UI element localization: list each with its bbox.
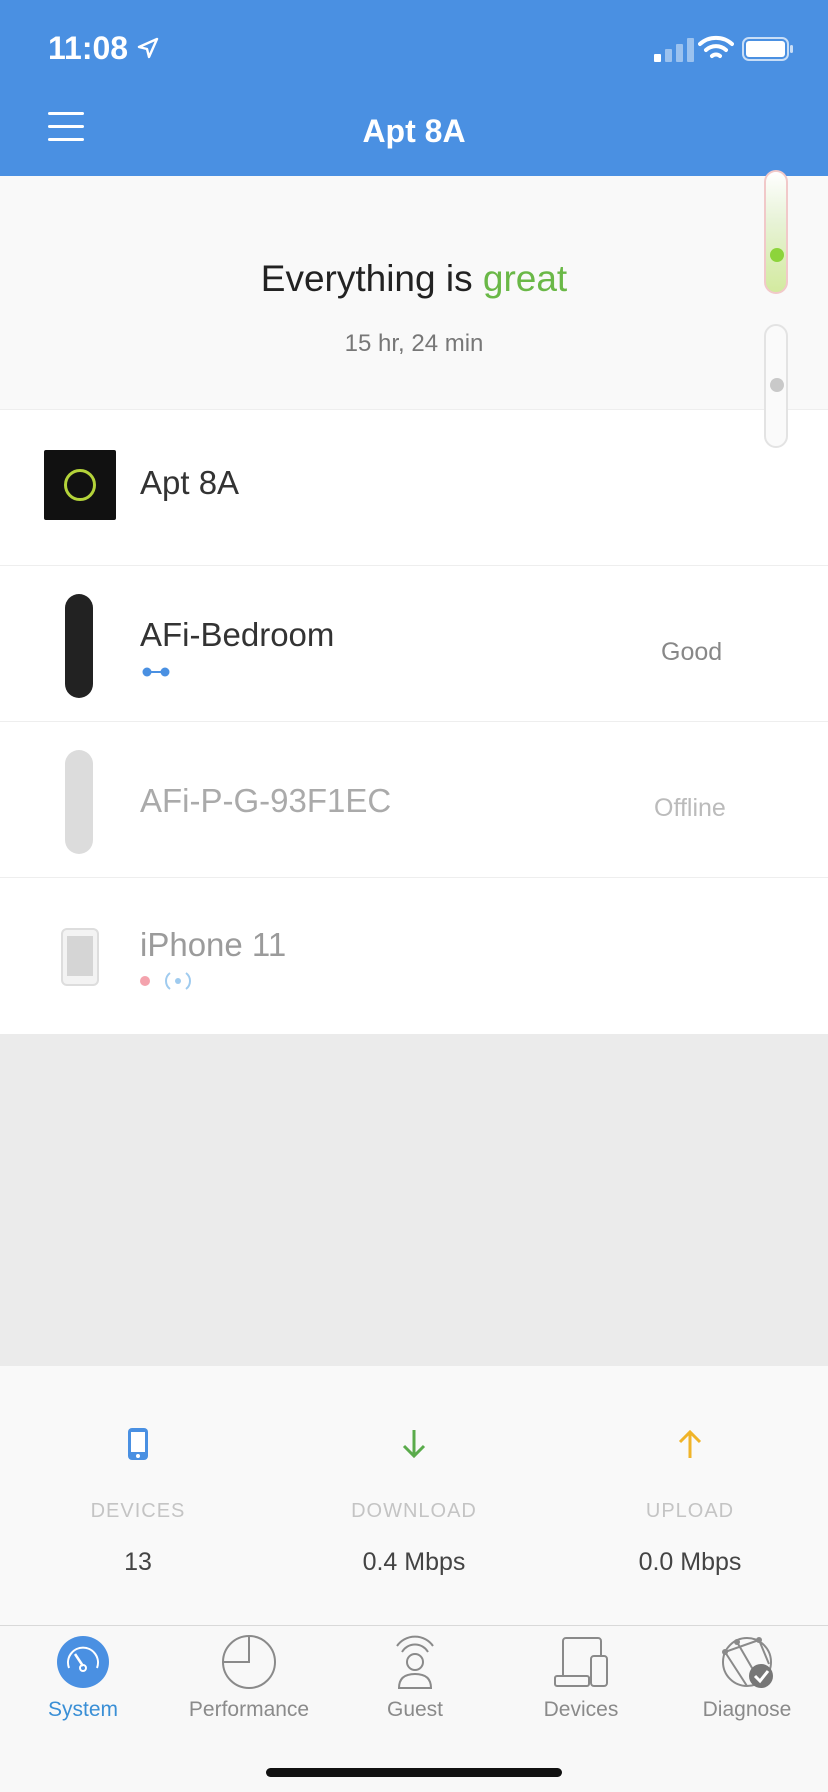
cellular-signal-icon [654,38,694,62]
phone-image [61,928,99,986]
device-name: AFi-Bedroom [140,616,335,653]
pie-chart-icon [222,1635,276,1689]
stat-label: DEVICES [90,1500,186,1522]
network-status-summary: Everything is great 15 hr, 24 min [0,176,828,410]
wired-link-icon [142,667,170,677]
status-headline-prefix: Everything is [260,258,483,299]
status-label: Offline [654,794,726,822]
diagnose-network-icon [722,1637,773,1688]
stat-label: UPLOAD [645,1500,735,1522]
status-headline: Everything is great [0,258,828,300]
speedometer-icon [57,1636,109,1688]
upload-arrow-icon [678,1429,702,1458]
wifi-icon [698,35,734,58]
router-display-ring [64,469,96,501]
network-stats: DEVICES 13 DOWNLOAD 0.4 Mbps UPLOAD 0.0 … [0,1366,828,1626]
tab-system[interactable]: System [0,1626,166,1736]
devices-icon [554,1637,608,1687]
satellite-image [65,594,93,698]
battery-icon [742,37,793,61]
status-label: Good [661,638,723,666]
tab-label: Performance [188,1698,310,1721]
status-bar-time: 11:08 [48,30,129,66]
tab-devices[interactable]: Devices [498,1626,664,1736]
tab-diagnose[interactable]: Diagnose [664,1626,828,1736]
tab-bar: System Performance Guest Devices Diagnos… [0,1626,828,1792]
status-headline-value: great [482,258,568,299]
uptime-text: 15 hr, 24 min [344,330,484,357]
wireless-signal-icon [165,972,191,990]
download-arrow-icon [402,1430,426,1459]
home-indicator[interactable] [266,1768,562,1777]
list-item-afi-bedroom[interactable]: AFi-Bedroom Good [0,566,828,722]
router-image [44,450,116,520]
app-header: 11:08 Apt 8A [0,0,828,176]
page-title: Apt 8A [362,113,466,149]
stat-label: DOWNLOAD [351,1500,477,1522]
phone-screen [67,936,93,976]
status-dot-icon [140,976,150,986]
signal-strength-indicator-offline [764,324,788,448]
device-name: iPhone 11 [140,926,287,963]
signal-dot [770,378,784,392]
list-item-router[interactable]: Apt 8A [0,410,828,566]
location-arrow-icon [137,37,159,59]
device-list: Apt 8A AFi-Bedroom Good AFi-P-G-93F1EC O… [0,410,828,1034]
tab-label: Devices [543,1698,619,1721]
stat-value: 0.0 Mbps [638,1548,742,1576]
stat-value: 0.4 Mbps [362,1548,466,1576]
stat-value: 13 [124,1548,152,1576]
guest-icon [396,1635,434,1689]
signal-strength-indicator-good [764,170,788,294]
device-name: AFi-P-G-93F1EC [140,782,392,819]
tab-performance[interactable]: Performance [166,1626,332,1736]
phone-icon [128,1428,148,1460]
tab-label: System [47,1698,118,1721]
list-item-afi-p-g[interactable]: AFi-P-G-93F1EC Offline [0,722,828,878]
tab-guest[interactable]: Guest [332,1626,498,1736]
signal-dot [770,248,784,262]
list-item-iphone[interactable]: iPhone 11 [0,878,828,1034]
tab-label: Diagnose [702,1698,792,1721]
device-name: Apt 8A [140,464,240,501]
tab-label: Guest [386,1698,444,1721]
satellite-image [65,750,93,854]
